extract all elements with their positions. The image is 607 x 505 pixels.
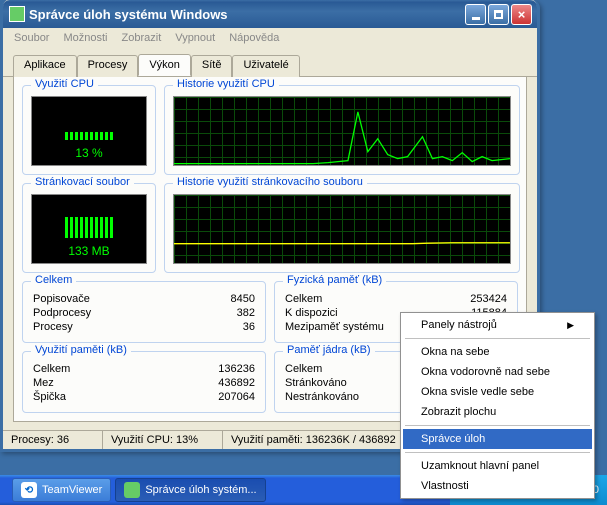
pf-history-group: Historie využití stránkovacího souboru	[164, 183, 520, 273]
teamviewer-icon: ⟲	[21, 482, 37, 498]
cm-separator	[405, 452, 590, 453]
pf-history-title: Historie využití stránkovacího souboru	[173, 176, 367, 188]
totals-threads-label: Podprocesy	[33, 307, 91, 319]
commit-peak-value: 207064	[218, 391, 255, 403]
phys-total-label: Celkem	[285, 293, 322, 305]
pf-value: 133 MB	[68, 244, 109, 258]
cm-lock-taskbar[interactable]: Uzamknout hlavní panel	[403, 456, 592, 476]
menu-options[interactable]: Možnosti	[56, 30, 114, 46]
cm-toolbars[interactable]: Panely nástrojů▶	[403, 315, 592, 335]
cpu-usage-title: Využití CPU	[31, 78, 98, 90]
menu-view[interactable]: Zobrazit	[115, 30, 169, 46]
tab-networking[interactable]: Sítě	[191, 55, 233, 77]
totals-group: Celkem Popisovače8450 Podprocesy382 Proc…	[22, 281, 266, 343]
cm-task-manager[interactable]: Správce úloh	[403, 429, 592, 449]
window-title: Správce úloh systému Windows	[29, 7, 463, 22]
totals-title: Celkem	[31, 274, 76, 286]
phys-avail-label: K dispozici	[285, 307, 338, 319]
taskmanager-icon	[124, 482, 140, 498]
menubar: Soubor Možnosti Zobrazit Vypnout Nápověd…	[3, 28, 537, 48]
commit-limit-label: Mez	[33, 377, 54, 389]
cpu-meter: 13 %	[31, 96, 147, 166]
minimize-button[interactable]	[465, 4, 486, 25]
kernel-total-label: Celkem	[285, 363, 322, 375]
phys-title: Fyzická paměť (kB)	[283, 274, 386, 286]
commit-total-value: 136236	[218, 363, 255, 375]
cpu-usage-group: Využití CPU 13 %	[22, 85, 156, 175]
menu-file[interactable]: Soubor	[7, 30, 56, 46]
close-button[interactable]: ×	[511, 4, 532, 25]
status-processes: Procesy: 36	[3, 431, 103, 449]
cpu-percent: 13 %	[75, 146, 102, 160]
cm-show-desktop[interactable]: Zobrazit plochu	[403, 402, 592, 422]
maximize-button[interactable]	[488, 4, 509, 25]
kernel-paged-label: Stránkováno	[285, 377, 347, 389]
totals-threads-value: 382	[237, 307, 255, 319]
pf-usage-title: Stránkovací soubor	[31, 176, 134, 188]
kernel-title: Paměť jádra (kB)	[283, 344, 375, 356]
titlebar[interactable]: Správce úloh systému Windows ×	[3, 0, 537, 28]
phys-total-value: 253424	[470, 293, 507, 305]
status-cpu: Využití CPU: 13%	[103, 431, 223, 449]
cm-cascade[interactable]: Okna na sebe	[403, 342, 592, 362]
phys-cache-label: Mezipaměť systému	[285, 321, 384, 333]
pf-history-graph	[173, 194, 511, 264]
tab-processes[interactable]: Procesy	[77, 55, 139, 77]
totals-handles-label: Popisovače	[33, 293, 90, 305]
menu-shutdown[interactable]: Vypnout	[168, 30, 222, 46]
app-icon	[9, 6, 25, 22]
totals-handles-value: 8450	[231, 293, 255, 305]
commit-group: Využití paměti (kB) Celkem136236 Mez4368…	[22, 351, 266, 413]
cpu-history-title: Historie využití CPU	[173, 78, 279, 90]
cpu-history-group: Historie využití CPU	[164, 85, 520, 175]
kernel-nonpaged-label: Nestránkováno	[285, 391, 359, 403]
totals-processes-label: Procesy	[33, 321, 73, 333]
taskbar-button-taskmanager[interactable]: Správce úloh systém...	[115, 478, 265, 502]
cm-tile-vertical[interactable]: Okna svisle vedle sebe	[403, 382, 592, 402]
totals-processes-value: 36	[243, 321, 255, 333]
pf-meter: 133 MB	[31, 194, 147, 264]
tab-performance[interactable]: Výkon	[138, 54, 191, 76]
tabstrip: Aplikace Procesy Výkon Sítě Uživatelé	[3, 48, 537, 77]
tab-applications[interactable]: Aplikace	[13, 55, 77, 77]
commit-total-label: Celkem	[33, 363, 70, 375]
cm-separator	[405, 338, 590, 339]
commit-peak-label: Špička	[33, 391, 66, 403]
menu-help[interactable]: Nápověda	[222, 30, 286, 46]
cm-separator	[405, 425, 590, 426]
pf-usage-group: Stránkovací soubor 133 MB	[22, 183, 156, 273]
tab-users[interactable]: Uživatelé	[232, 55, 299, 77]
commit-title: Využití paměti (kB)	[31, 344, 131, 356]
cm-tile-horizontal[interactable]: Okna vodorovně nad sebe	[403, 362, 592, 382]
commit-limit-value: 436892	[218, 377, 255, 389]
submenu-arrow-icon: ▶	[567, 320, 574, 331]
taskbar-button-teamviewer[interactable]: ⟲ TeamViewer	[12, 478, 111, 502]
cpu-history-graph	[173, 96, 511, 166]
taskbar-context-menu: Panely nástrojů▶ Okna na sebe Okna vodor…	[400, 312, 595, 499]
cm-properties[interactable]: Vlastnosti	[403, 476, 592, 496]
